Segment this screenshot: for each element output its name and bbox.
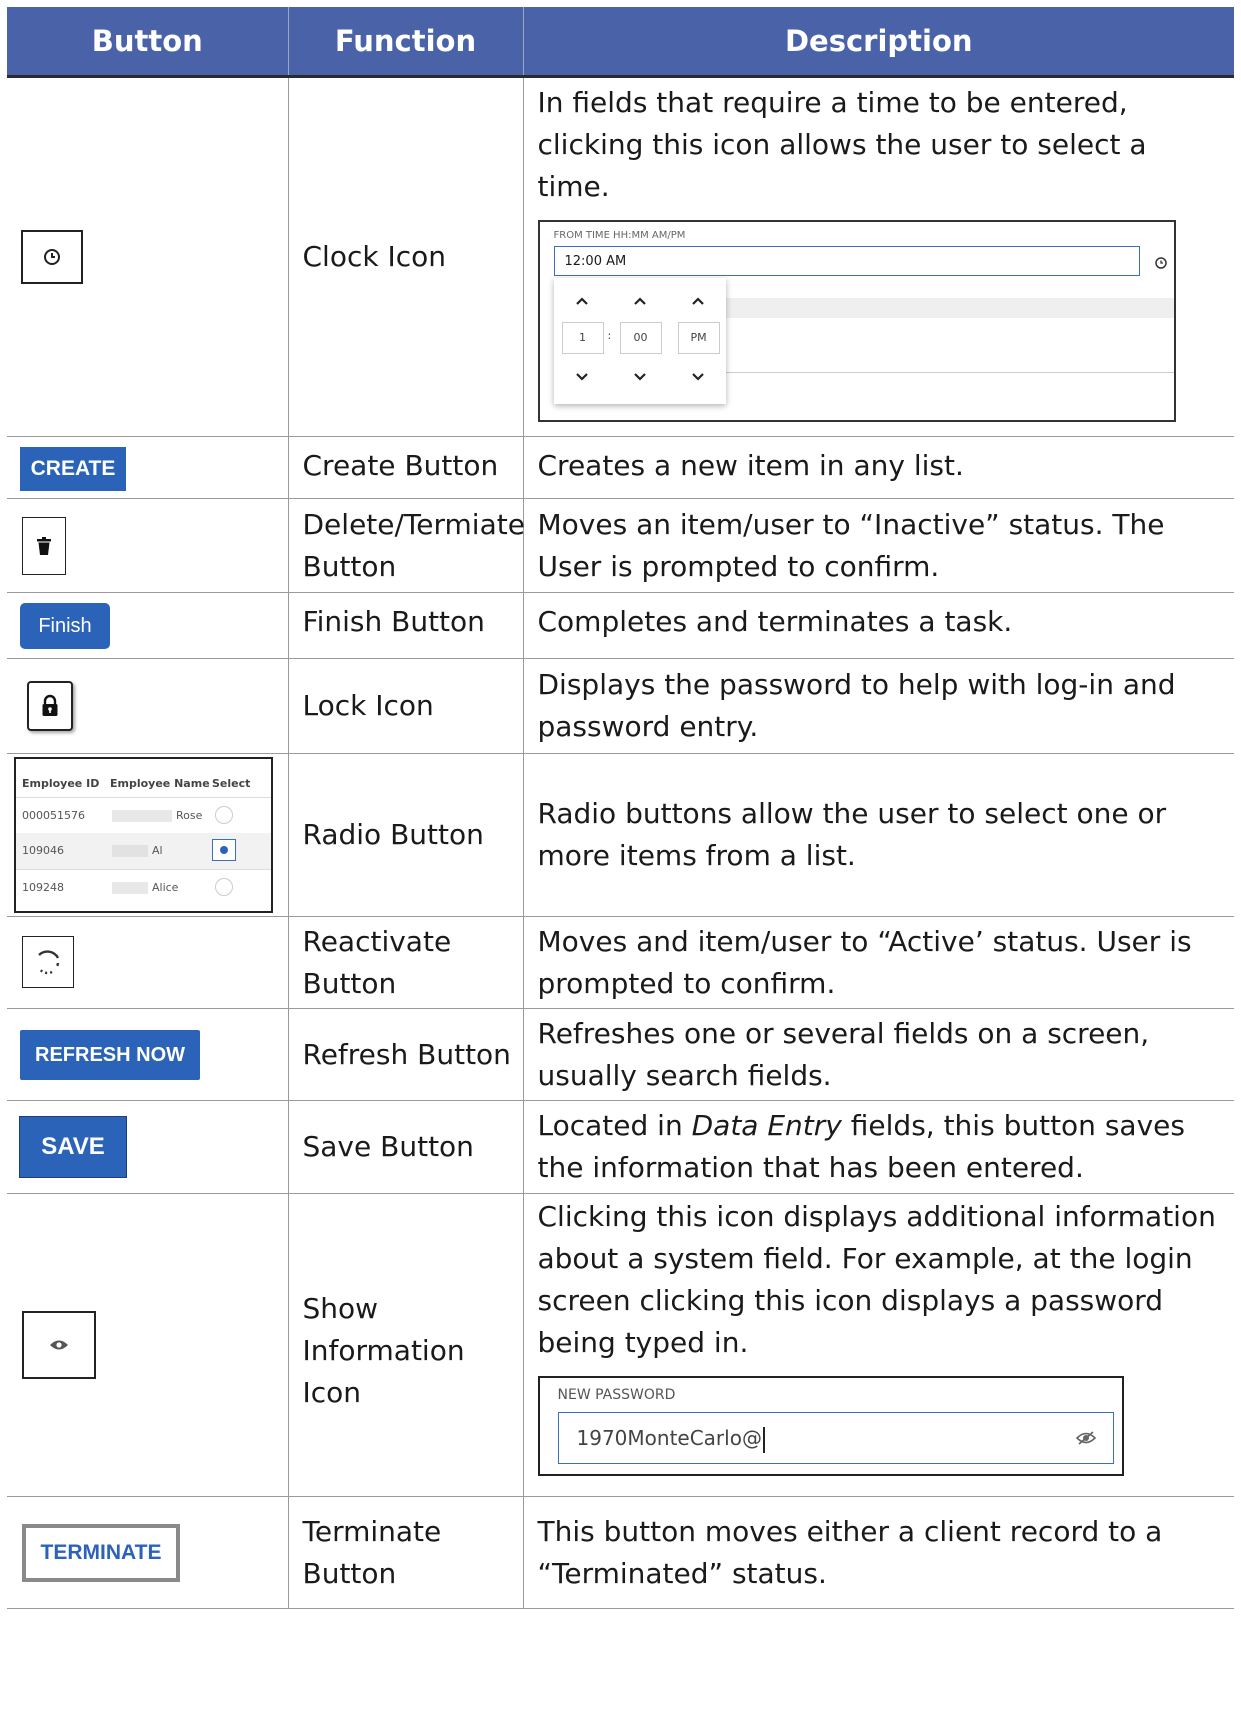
row-terminate: TERMINATE Terminate Button This button m… [7,1496,1234,1609]
description-delete: Moves an item/user to “Inactive” status.… [523,498,1234,593]
radio-option[interactable] [215,878,233,896]
create-button[interactable]: CREATE [20,446,126,491]
eye-icon [50,1340,68,1350]
chevron-down-icon[interactable] [575,372,589,382]
radio-table-example: Employee ID Employee Name Select 0000515… [14,757,273,913]
row-refresh: REFRESH NOW Refresh Button Refreshes one… [7,1008,1234,1101]
function-create: Create Button [288,436,524,499]
time-picker-example: FROM TIME HH:MM AM/PM 12:00 AM 1 : 00 PM [537,220,1176,422]
description-finish: Completes and terminates a task. [523,592,1234,659]
eye-slash-icon[interactable] [1075,1430,1097,1446]
description-refresh: Refreshes one or several fields on a scr… [523,1008,1234,1101]
row-show-info: Show Information Icon Clicking this icon… [7,1193,1234,1497]
password-example: NEW PASSWORD 1970MonteCarlo@ [537,1376,1124,1476]
list-item: 000051576 Rose [16,797,271,834]
function-save: Save Button [288,1100,524,1194]
row-reactivate: Reactivate Button Moves and item/user to… [7,916,1234,1009]
show-info-button[interactable] [22,1311,96,1379]
hour-field[interactable]: 1 [561,322,604,354]
description-create: Creates a new item in any list. [523,436,1234,499]
function-show-info: Show Information Icon [288,1193,524,1497]
button-reference-table: Button Function Description Clock Icon I… [7,7,1234,1609]
chevron-down-icon[interactable] [691,372,705,382]
description-lock: Displays the password to help with log-i… [523,658,1234,754]
function-reactivate: Reactivate Button [288,916,524,1009]
clock-button[interactable] [21,230,83,284]
radio-option[interactable] [215,806,233,824]
clock-icon [44,249,60,265]
function-clock: Clock Icon [288,76,524,437]
time-picker-dropdown: 1 : 00 PM [553,278,726,404]
chevron-up-icon[interactable] [691,296,705,306]
reactivate-button[interactable] [22,935,74,988]
header-row: Button Function Description [7,7,1234,78]
new-password-input[interactable]: 1970MonteCarlo@ [557,1412,1114,1464]
chevron-up-icon[interactable] [633,296,647,306]
password-label: NEW PASSWORD [557,1387,676,1403]
function-refresh: Refresh Button [288,1008,524,1101]
reactivate-icon [37,949,60,974]
row-create: CREATE Create Button Creates a new item … [7,436,1234,499]
row-clock: Clock Icon In fields that require a time… [7,76,1234,437]
chevron-up-icon[interactable] [575,296,589,306]
time-separator: : [607,329,612,342]
row-delete: Delete/Termiate Button Moves an item/use… [7,498,1234,593]
col-employee-name: Employee Name [110,777,210,790]
finish-button[interactable]: Finish [20,603,110,649]
col-select: Select [212,777,251,790]
function-terminate: Terminate Button [288,1496,524,1609]
header-function: Function [288,7,524,78]
delete-button[interactable] [22,516,66,575]
function-finish: Finish Button [288,592,524,659]
lock-icon [42,694,58,716]
col-employee-id: Employee ID [22,777,100,790]
description-clock: In fields that require a time to be ente… [537,86,1147,203]
chevron-down-icon[interactable] [633,372,647,382]
description-reactivate: Moves and item/user to “Active’ status. … [523,916,1234,1009]
lock-button[interactable] [27,681,73,731]
row-lock: Lock Icon Displays the password to help … [7,658,1234,754]
description-terminate: This button moves either a client record… [523,1496,1234,1609]
description-radio: Radio buttons allow the user to select o… [523,753,1234,917]
clock-icon[interactable] [1154,256,1168,270]
period-field[interactable]: PM [677,322,720,354]
function-lock: Lock Icon [288,658,524,754]
row-save: SAVE Save Button Located in Data Entry f… [7,1100,1234,1194]
function-delete: Delete/Termiate Button [288,498,525,593]
header-description: Description [523,7,1234,78]
refresh-now-button[interactable]: REFRESH NOW [20,1029,200,1080]
function-radio: Radio Button [288,753,524,917]
row-radio: Employee ID Employee Name Select 0000515… [7,753,1234,917]
radio-option-selected[interactable] [212,839,236,861]
terminate-button[interactable]: TERMINATE [22,1523,180,1582]
time-picker-label: FROM TIME HH:MM AM/PM [553,230,686,241]
trash-icon [37,536,51,555]
header-button: Button [7,7,289,78]
save-button[interactable]: SAVE [20,1117,126,1177]
description-show-info: Clicking this icon displays additional i… [537,1200,1216,1359]
list-item: 109046 Al [16,833,271,869]
description-save: Located in Data Entry fields, this butto… [523,1100,1234,1194]
minute-field[interactable]: 00 [619,322,662,354]
row-finish: Finish Finish Button Completes and termi… [7,592,1234,659]
list-item: 109248 Alice [16,869,271,906]
time-input[interactable]: 12:00 AM [553,246,1140,276]
